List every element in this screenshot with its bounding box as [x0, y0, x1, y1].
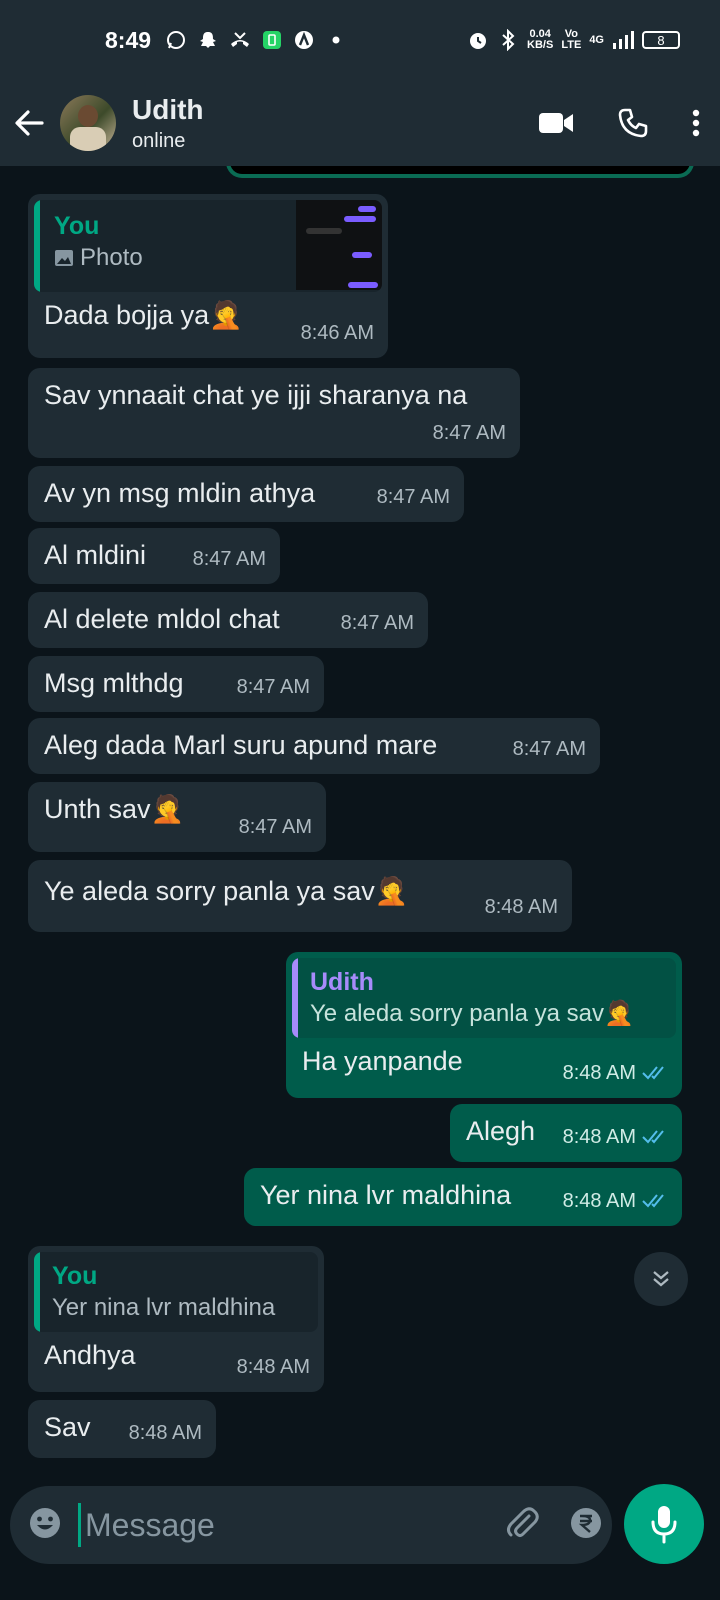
quote-author: Udith: [310, 968, 374, 996]
quote-author: You: [52, 1262, 98, 1290]
chat-header: Udith online: [0, 80, 720, 166]
video-camera-icon: [539, 113, 573, 133]
battery-icon: 8: [642, 31, 680, 49]
snapchat-icon: [197, 29, 219, 51]
quote-author: You: [54, 212, 100, 240]
message-time: 8:47 AM: [376, 486, 450, 508]
double-chevron-down-icon: [653, 1271, 669, 1287]
quoted-message[interactable]: You Yer nina lvr maldhina: [34, 1252, 318, 1332]
message-time: 8:48 AM: [236, 1356, 310, 1378]
read-receipt-icon: [642, 1193, 668, 1209]
contact-info[interactable]: Udith online: [132, 94, 204, 153]
message-time: 8:48 AM: [484, 896, 558, 918]
menu-button[interactable]: [692, 109, 700, 137]
message-bubble-incoming[interactable]: Unth sav🤦 8:47 AM: [28, 782, 326, 852]
more-vertical-icon: [692, 109, 700, 137]
message-time: 8:48 AM: [128, 1422, 202, 1444]
contact-status: online: [132, 129, 186, 152]
payment-button[interactable]: [569, 1506, 603, 1545]
quoted-message[interactable]: You Photo: [34, 200, 382, 292]
message-bubble-outgoing[interactable]: Yer nina lvr maldhina 8:48 AM: [244, 1168, 682, 1226]
whatsapp-icon: [165, 29, 187, 51]
message-list[interactable]: You Photo Dada bojja ya🤦 8:46 AM Sav ynn…: [0, 166, 720, 1490]
message-time: 8:47 AM: [192, 548, 266, 570]
message-bubble-incoming[interactable]: Ye aleda sorry panla ya sav🤦 8:48 AM: [28, 860, 572, 932]
message-bubble-incoming[interactable]: You Photo Dada bojja ya🤦 8:46 AM: [28, 194, 388, 358]
message-time: 8:48 AM: [562, 1062, 636, 1084]
paperclip-icon: [507, 1506, 539, 1537]
network-type: 4G: [589, 33, 604, 46]
emoji-button[interactable]: [28, 1506, 62, 1545]
phone-icon: [618, 108, 648, 138]
message-bubble-incoming[interactable]: Sav 8:48 AM: [28, 1400, 216, 1458]
message-bubble-incoming[interactable]: Av yn msg mldin athya 8:47 AM: [28, 466, 464, 522]
photo-icon: [55, 250, 73, 266]
photo-thumbnail[interactable]: [296, 200, 382, 290]
message-text: Aleg dada Marl suru apund mare: [44, 730, 438, 760]
voice-message-button[interactable]: [624, 1484, 704, 1564]
scroll-to-bottom-button[interactable]: [634, 1252, 688, 1306]
voice-call-button[interactable]: [618, 108, 648, 138]
signal-icon: [612, 29, 634, 51]
message-bubble-incoming[interactable]: Al mldini 8:47 AM: [28, 528, 280, 584]
contact-name: Udith: [132, 93, 204, 125]
message-time: 8:47 AM: [432, 422, 506, 444]
emoji-icon: [30, 1507, 60, 1538]
message-bubble-incoming[interactable]: Sav ynnaait chat ye ijji sharanya na 8:4…: [28, 368, 520, 458]
message-bubble-outgoing[interactable]: Alegh 8:48 AM: [450, 1104, 682, 1162]
message-input-container: [10, 1486, 666, 1564]
arrow-left-icon: [15, 110, 44, 136]
more-notifications-dot-icon: [325, 29, 347, 51]
bluetooth-icon: [497, 29, 519, 51]
message-text: Sav ynnaait chat ye ijji sharanya na: [44, 380, 468, 410]
avatar[interactable]: [60, 95, 116, 151]
message-input[interactable]: [78, 1503, 505, 1547]
app-notification-icon: [261, 29, 283, 51]
read-receipt-icon: [642, 1129, 668, 1145]
message-bubble-incoming[interactable]: You Yer nina lvr maldhina Andhya 8:48 AM: [28, 1246, 324, 1392]
quoted-message[interactable]: Udith Ye aleda sorry panla ya sav🤦: [292, 958, 676, 1038]
video-call-button[interactable]: [538, 111, 574, 135]
message-time: 8:47 AM: [340, 612, 414, 634]
previous-message-edge: [226, 166, 694, 178]
message-text: Ye aleda sorry panla ya sav🤦: [44, 876, 409, 906]
quote-text: Ye aleda sorry panla ya sav🤦: [310, 1000, 634, 1027]
message-time: 8:47 AM: [236, 676, 310, 698]
quote-text: Photo: [80, 244, 143, 271]
message-time: 8:46 AM: [300, 322, 374, 344]
volte-indicator: Vo LTE: [561, 28, 582, 51]
composer: [0, 1476, 720, 1600]
back-button[interactable]: [12, 106, 46, 140]
message-time: 8:48 AM: [562, 1126, 636, 1148]
message-bubble-incoming[interactable]: Al delete mldol chat 8:47 AM: [28, 592, 428, 648]
message-bubble-outgoing[interactable]: Udith Ye aleda sorry panla ya sav🤦 Ha ya…: [286, 952, 682, 1098]
microphone-icon: [651, 1506, 677, 1544]
arc-icon: [293, 29, 315, 51]
message-time: 8:48 AM: [562, 1190, 636, 1212]
quote-text: Yer nina lvr maldhina: [52, 1294, 276, 1321]
message-bubble-incoming[interactable]: Aleg dada Marl suru apund mare 8:47 AM: [28, 718, 600, 774]
missed-call-icon: [229, 29, 251, 51]
message-time: 8:47 AM: [238, 816, 312, 838]
rupee-icon: [571, 1507, 601, 1538]
status-bar: 8:49 0.04 KB/S Vo LTE 4G 8: [0, 0, 720, 80]
attach-button[interactable]: [505, 1506, 539, 1545]
net-speed: 0.04 KB/S: [527, 28, 554, 51]
alarm-icon: [467, 29, 489, 51]
message-bubble-incoming[interactable]: Msg mlthdg 8:47 AM: [28, 656, 324, 712]
read-receipt-icon: [642, 1065, 668, 1081]
status-time: 8:49: [105, 26, 152, 53]
message-time: 8:47 AM: [512, 738, 586, 760]
